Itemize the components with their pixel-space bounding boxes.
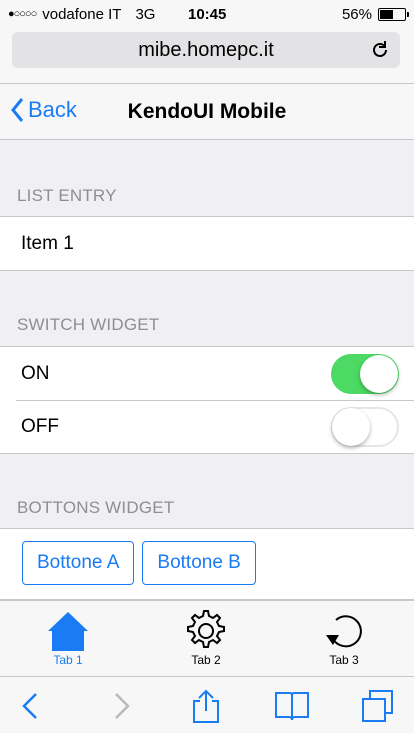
list-entry-group: Item 1 — [0, 216, 414, 271]
navigation-bar: Back KendoUI Mobile — [0, 84, 414, 140]
section-header-list-entry: LIST ENTRY — [17, 186, 117, 205]
button-b[interactable]: Bottone B — [142, 541, 256, 585]
switch-label-off: OFF — [21, 415, 59, 437]
reload-icon[interactable] — [370, 40, 390, 60]
bookmarks-icon[interactable] — [274, 689, 310, 723]
tab-label: Tab 3 — [329, 653, 359, 667]
status-bar: ●○○○○ vodafone IT 3G 10:45 56% — [0, 0, 414, 28]
switch-row-on: ON — [0, 347, 414, 400]
list-item-label: Item 1 — [21, 232, 74, 254]
address-bar[interactable]: mibe.homepc.it — [12, 32, 400, 68]
url-text: mibe.homepc.it — [138, 38, 274, 61]
browser-back-icon[interactable] — [14, 689, 50, 723]
undo-icon — [326, 615, 362, 648]
battery-percentage: 56% — [341, 5, 372, 23]
network-type: 3G — [135, 5, 156, 23]
switch-row-off: OFF — [0, 400, 414, 453]
home-icon — [48, 612, 88, 651]
switch-knob — [360, 355, 398, 393]
section-header-buttons-widget: BOTTONS WIDGET — [17, 498, 175, 517]
tab-label: Tab 1 — [53, 653, 83, 667]
signal-strength-icon: ●○○○○ — [8, 8, 37, 20]
tab-1[interactable]: Tab 1 — [28, 609, 108, 667]
gear-icon — [187, 610, 225, 648]
carrier-name: vodafone IT — [42, 5, 122, 23]
share-icon[interactable] — [188, 689, 224, 723]
tab-3[interactable]: Tab 3 — [304, 609, 384, 667]
switch-toggle-on[interactable] — [331, 354, 399, 394]
switch-knob — [332, 408, 370, 446]
section-header-switch-widget: SWITCH WIDGET — [17, 315, 160, 334]
tab-label: Tab 2 — [191, 653, 221, 667]
browser-toolbar — [0, 676, 414, 733]
battery-icon — [378, 7, 409, 21]
switch-widget-group: ON OFF — [0, 346, 414, 454]
status-time: 10:45 — [188, 5, 227, 23]
switch-label-on: ON — [21, 362, 50, 384]
button-a[interactable]: Bottone A — [22, 541, 135, 585]
tabs-icon[interactable] — [360, 689, 396, 723]
list-item[interactable]: Item 1 — [0, 217, 414, 270]
browser-address-area: mibe.homepc.it — [0, 28, 414, 84]
browser-forward-icon[interactable] — [102, 689, 138, 723]
tab-2[interactable]: Tab 2 — [166, 609, 246, 667]
switch-toggle-off[interactable] — [331, 407, 399, 447]
tabstrip: Tab 1 Tab 2 Tab 3 — [0, 600, 414, 676]
page-title: KendoUI Mobile — [127, 100, 287, 123]
buttons-widget-group: Bottone A Bottone B — [0, 528, 414, 600]
